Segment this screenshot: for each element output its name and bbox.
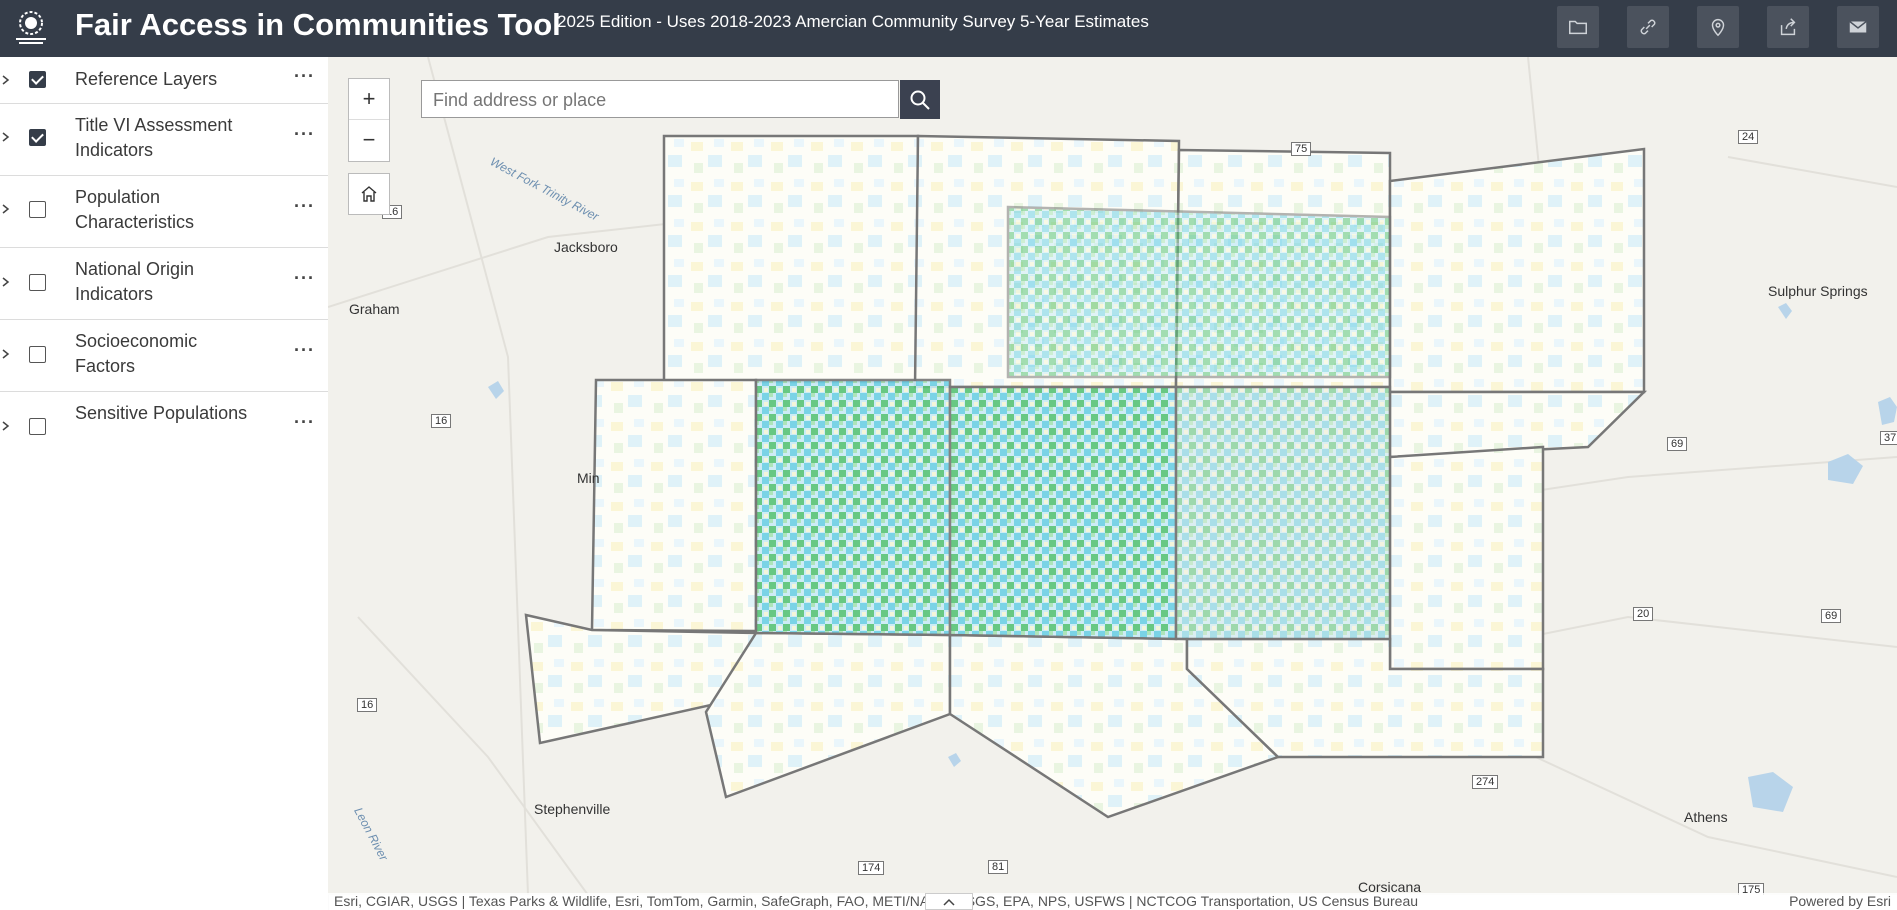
search-input[interactable] [422,81,910,119]
layer-list: Reference Layers ··· Title VI Assessment… [0,57,329,910]
zoom-in-button[interactable]: + [349,79,389,119]
highway-shield: 37 [1880,431,1897,445]
layer-checkbox[interactable] [29,201,46,218]
powered-by-esri[interactable]: Powered by Esri [1789,893,1891,910]
place-label: Athens [1684,809,1728,825]
app-subtitle: 2025 Edition - Uses 2018-2023 Amercian C… [557,12,1149,31]
location-button[interactable] [1697,6,1739,48]
highway-shield: 69 [1667,437,1688,451]
chevron-right-icon[interactable] [0,203,12,215]
chevron-right-icon[interactable] [0,74,12,86]
share-icon [1780,18,1796,36]
layer-checkbox[interactable] [29,71,46,88]
layer-item[interactable]: Title VI Assessment Indicators ··· [0,104,328,176]
layer-label: Reference Layers [75,69,218,89]
highway-shield: 174 [858,861,885,875]
layer-item[interactable]: Reference Layers ··· [0,57,328,104]
chevron-right-icon[interactable] [0,276,12,288]
layer-label: National Origin Indicators [75,259,195,304]
layer-options-button[interactable]: ··· [294,66,315,87]
search-button[interactable] [900,80,940,119]
layer-options-button[interactable]: ··· [294,268,315,289]
layer-label: Sensitive Populations [75,403,248,423]
highway-shield: 16 [431,414,452,428]
map-pin-icon [1711,19,1725,37]
layer-checkbox[interactable] [29,129,46,146]
map-attribution: Esri, CGIAR, USGS | Texas Parks & Wildli… [328,893,1897,910]
highway-shield: 274 [1472,775,1499,789]
place-label: Min [577,470,600,486]
layer-label: Population Characteristics [75,187,195,232]
place-label: Jacksboro [554,239,618,255]
layer-options-button[interactable]: ··· [294,340,315,361]
layer-options-button[interactable]: ··· [294,196,315,217]
chevron-right-icon[interactable] [0,348,12,360]
layer-options-button[interactable]: ··· [294,124,315,145]
highway-shield: 75 [1291,142,1312,156]
mail-icon [1849,20,1867,33]
map-view[interactable]: Jacksboro Graham Sulphur Springs Stephen… [328,57,1897,895]
link-button[interactable] [1627,6,1669,48]
place-label: Graham [349,301,400,317]
app-header: Fair Access in Communities Tool 2025 Edi… [0,0,1897,57]
zoom-control: + − [348,78,390,162]
layer-label: Socioeconomic Factors [75,331,198,376]
basemap [328,57,1897,895]
layer-item[interactable]: Population Characteristics ··· [0,176,328,248]
zoom-out-button[interactable]: − [349,119,389,160]
home-icon [361,186,377,202]
home-button[interactable] [348,173,390,215]
layer-item[interactable]: Sensitive Populations ··· [0,392,328,463]
search-icon [910,90,930,110]
chevron-right-icon[interactable] [0,420,12,432]
chevron-right-icon[interactable] [0,131,12,143]
search-box [421,80,910,119]
attribution-text: Esri, CGIAR, USGS | Texas Parks & Wildli… [334,893,1419,909]
layer-checkbox[interactable] [29,274,46,291]
chevron-up-icon [943,898,955,906]
layer-label: Title VI Assessment Indicators [75,115,233,160]
highway-shield: 69 [1821,609,1842,623]
highway-shield: 20 [1633,607,1654,621]
layer-options-button[interactable]: ··· [294,412,315,433]
layer-checkbox[interactable] [29,418,46,435]
place-label: Sulphur Springs [1768,283,1868,299]
highway-shield: 16 [357,698,378,712]
attribution-toggle[interactable] [925,893,973,910]
share-button[interactable] [1767,6,1809,48]
nctcog-logo-icon [16,11,46,44]
highway-shield: 24 [1738,130,1759,144]
folder-button[interactable] [1557,6,1599,48]
folder-icon [1569,20,1587,35]
mail-button[interactable] [1837,6,1879,48]
layer-item[interactable]: Socioeconomic Factors ··· [0,320,328,392]
layer-checkbox[interactable] [29,346,46,363]
app-title: Fair Access in Communities Tool [75,7,561,42]
highway-shield: 81 [988,860,1009,874]
link-icon [1640,19,1656,35]
place-label: Stephenville [534,801,611,817]
layer-item[interactable]: National Origin Indicators ··· [0,248,328,320]
